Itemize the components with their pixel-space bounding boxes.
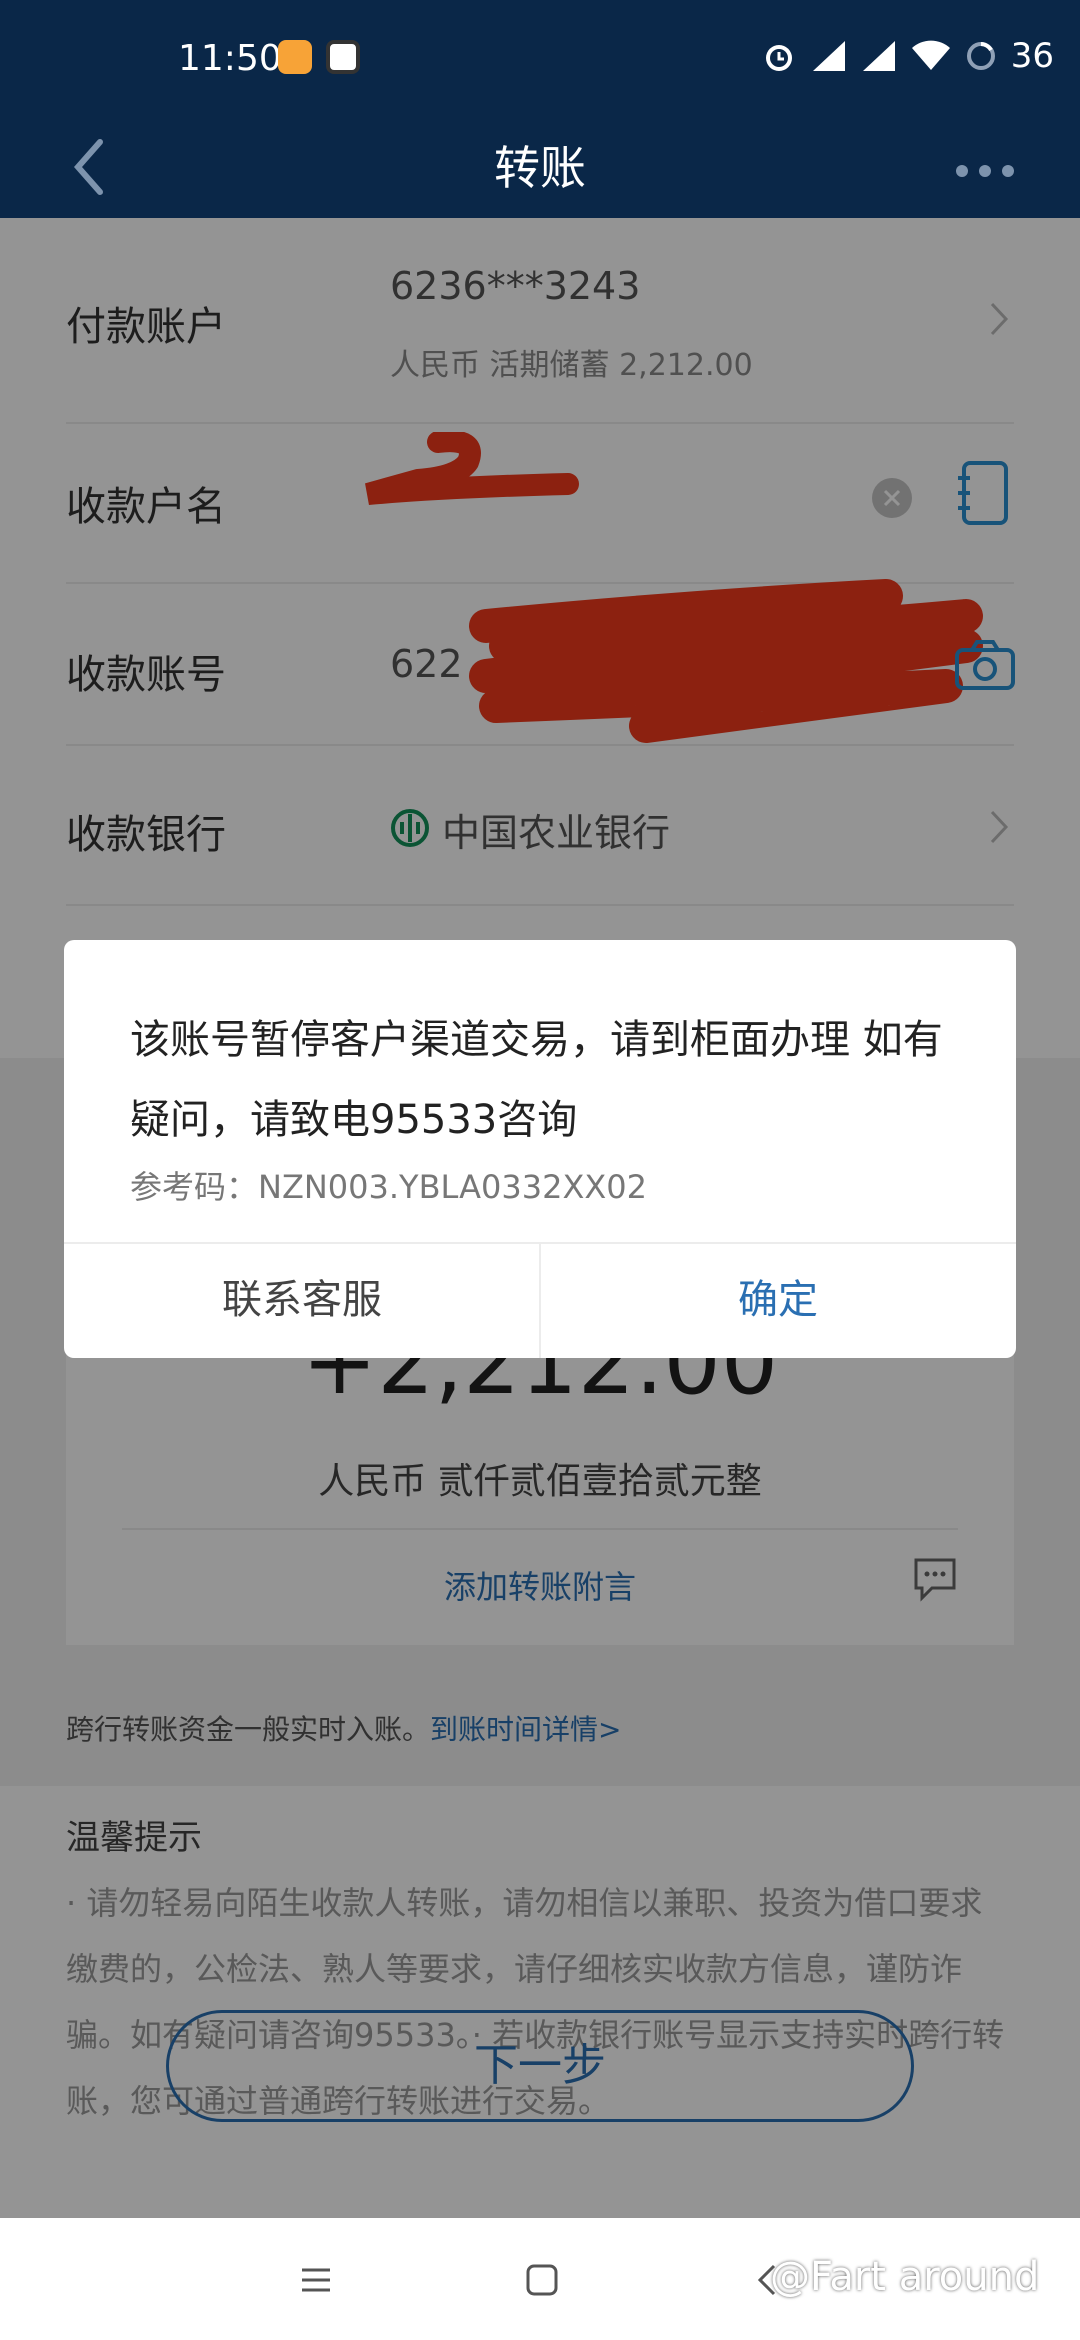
clock-app-icon [326, 40, 360, 74]
home-icon[interactable] [522, 2260, 562, 2300]
alert-dialog: 该账号暂停客户渠道交易，请到柜面办理 如有疑问，请致电95533咨询 参考码：N… [64, 940, 1016, 1358]
status-time: 11:50 [178, 38, 282, 79]
status-icons: 36 [761, 36, 1054, 76]
signal-icon-2 [862, 41, 895, 71]
page-title: 转账 [494, 141, 586, 195]
alarm-icon [765, 45, 792, 71]
app-header: 转账 [0, 118, 1080, 218]
contact-service-button[interactable]: 联系客服 [64, 1242, 540, 1358]
signal-icon [812, 41, 845, 71]
status-bar: 11:50 36 [0, 0, 1080, 118]
message-app-icon [278, 40, 312, 74]
menu-icon[interactable] [296, 2260, 336, 2300]
battery-level: 36 [1010, 36, 1054, 76]
dialog-reference-code: 参考码：NZN003.YBLA0332XX02 [130, 1168, 648, 1206]
watermark: @Fart around [770, 2254, 1040, 2300]
dialog-message: 该账号暂停客户渠道交易，请到柜面办理 如有疑问，请致电95533咨询 [130, 1017, 943, 1143]
confirm-button[interactable]: 确定 [540, 1242, 1016, 1358]
battery-icon [966, 42, 995, 70]
wifi-icon [911, 40, 950, 70]
more-icon[interactable] [940, 136, 1030, 206]
